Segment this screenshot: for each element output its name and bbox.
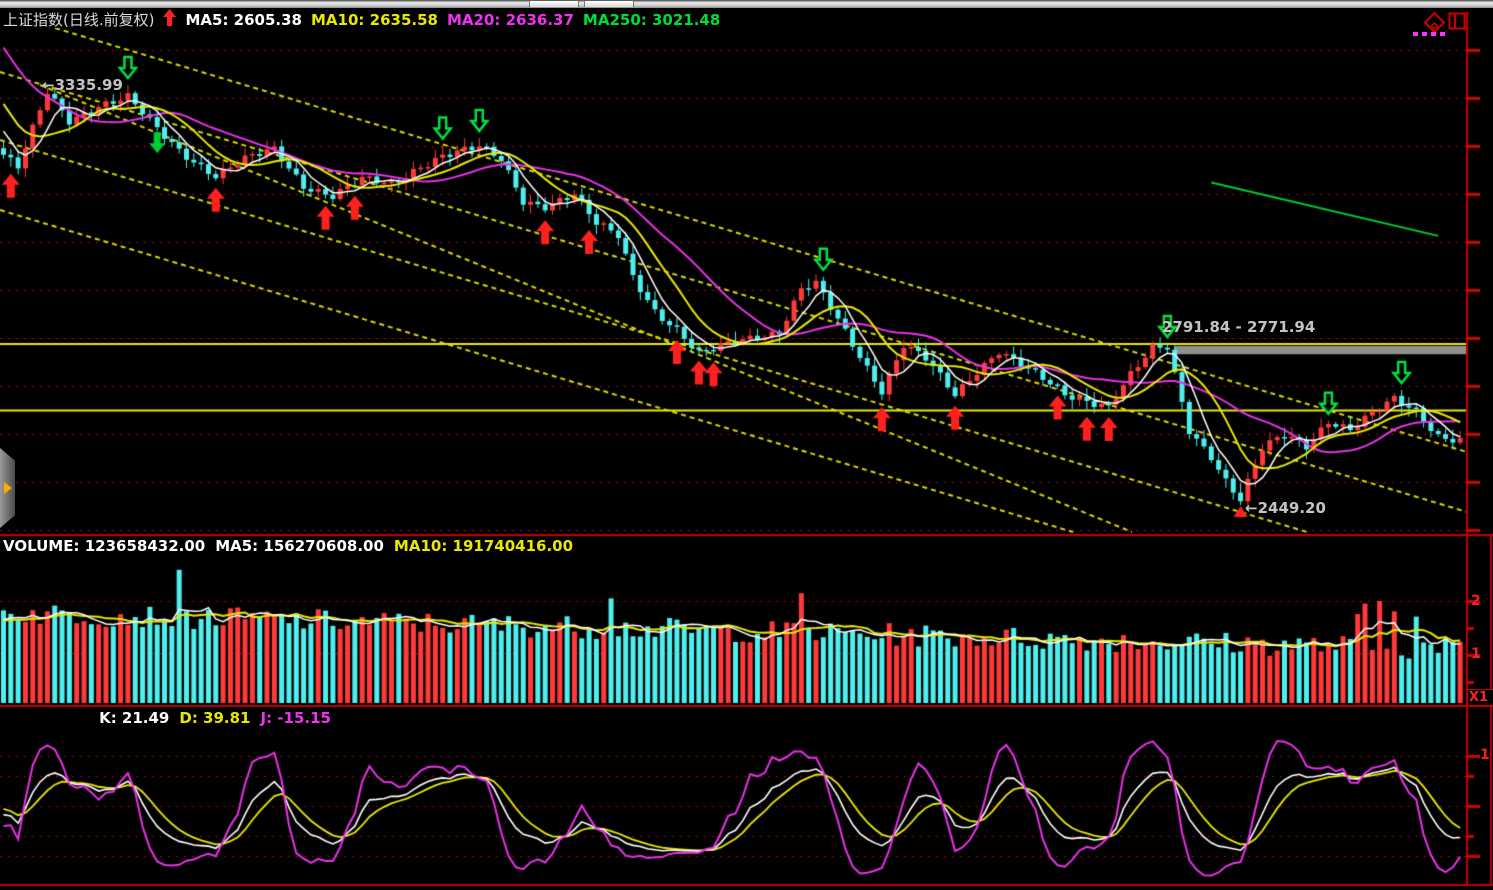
expand-arrow-icon (4, 482, 12, 494)
x1-period-badge[interactable]: X1 (1467, 689, 1493, 706)
low-price-label: ←2449.20 (1245, 499, 1326, 517)
left-panel-expander[interactable] (0, 448, 15, 528)
ma10-value: MA10: 2635.58 (311, 11, 438, 29)
kdj-d-value: D: 39.81 (179, 709, 250, 727)
scrollbar-thumb[interactable] (529, 1, 579, 7)
ma5-value: MA5: 2605.38 (185, 11, 302, 29)
volume-ma5-value: MA5: 156270608.00 (215, 537, 384, 555)
volume-axis-label-1: 1 (1471, 646, 1481, 662)
kdj-header: KDJ(9,3,3) K: 21.49 D: 39.81 J: -15.15 (3, 709, 331, 727)
gap-range-label: 2791.84 - 2771.94 (1162, 318, 1315, 336)
ma20-value: MA20: 2636.37 (447, 11, 574, 29)
split-window-icon[interactable] (1448, 12, 1466, 34)
chart-canvas[interactable] (0, 0, 1493, 890)
top-scrollbar (0, 0, 1493, 8)
index-title: 上证指数(日线.前复权) (3, 9, 154, 30)
volume-axis-label-2: 2 (1471, 593, 1481, 609)
trading-app-screen: 上证指数(日线.前复权) MA5: 2605.38 MA10: 2635.58 … (0, 0, 1493, 890)
magenta-dash-indicator (1413, 32, 1446, 36)
kdj-title: KDJ(9,3,3) (3, 709, 89, 727)
kdj-axis-label-100: 1 (1480, 747, 1490, 763)
kdj-j-value: J: -15.15 (261, 709, 331, 727)
high-price-label: ←3335.99 (42, 76, 123, 94)
volume-value: VOLUME: 123658432.00 (3, 537, 205, 555)
scrollbar-thumb[interactable] (584, 1, 634, 7)
trend-up-icon (163, 9, 176, 30)
volume-header: VOLUME: 123658432.00 MA5: 156270608.00 M… (3, 537, 573, 555)
ma250-value: MA250: 3021.48 (583, 11, 720, 29)
volume-ma10-value: MA10: 191740416.00 (394, 537, 573, 555)
main-chart-header: 上证指数(日线.前复权) MA5: 2605.38 MA10: 2635.58 … (3, 9, 720, 30)
kdj-k-value: K: 21.49 (99, 709, 169, 727)
